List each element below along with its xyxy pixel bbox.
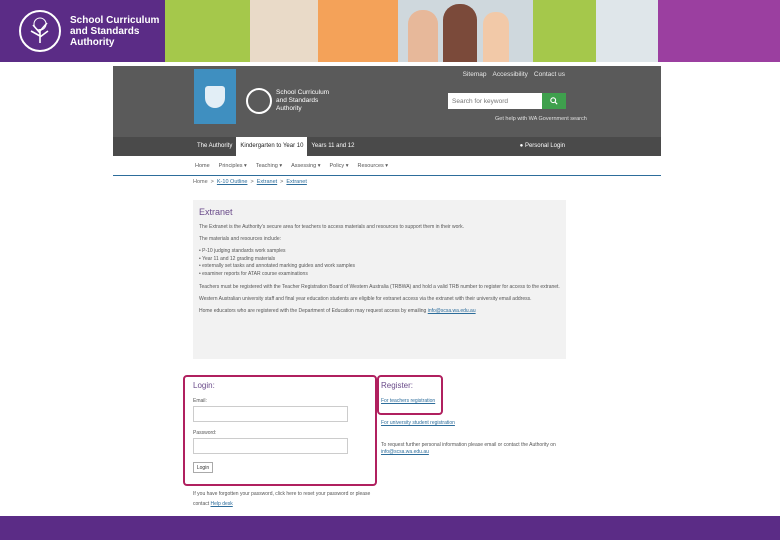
banner-photo-boy	[596, 0, 658, 62]
banner-tile-orange	[318, 0, 398, 62]
list-item: externally set tasks and annotated marki…	[199, 263, 560, 271]
search-input[interactable]	[448, 93, 542, 109]
tab-kindergarten-to-year-10[interactable]: Kindergarten to Year 10	[236, 137, 308, 156]
search-button[interactable]	[542, 93, 566, 109]
bottom-bar	[0, 516, 780, 540]
accessibility-link[interactable]: Accessibility	[493, 71, 528, 78]
scsa-logo[interactable]: School Curriculum and Standards Authorit…	[246, 88, 329, 114]
brand-line1: School Curriculum	[70, 14, 160, 26]
register-email-link[interactable]: info@scsa.wa.edu.au	[381, 449, 429, 455]
sitemap-link[interactable]: Sitemap	[463, 71, 487, 78]
utility-links: Sitemap Accessibility Contact us	[463, 71, 565, 78]
materials-list: P-10 judging standards work samples Year…	[199, 248, 560, 278]
search-help-link[interactable]: Get help with WA Government search	[495, 116, 587, 122]
login-highlight-box	[183, 375, 377, 486]
website-screenshot: School Curriculum and Standards Authorit…	[113, 66, 661, 514]
sub-nav: Home Principles ▾ Teaching ▾ Assessing ▾…	[113, 156, 661, 176]
banner-photo-students	[398, 0, 533, 62]
subnav-principles[interactable]: Principles ▾	[219, 163, 247, 169]
banner-photo-hands	[250, 0, 318, 62]
wa-government-crest[interactable]	[194, 69, 236, 124]
list-item: Year 11 and 12 grading materials	[199, 256, 560, 264]
brand-logo: School Curriculum and Standards Authorit…	[0, 0, 165, 62]
subnav-policy[interactable]: Policy ▾	[330, 163, 349, 169]
register-highlight-box	[377, 375, 443, 415]
page-title: Extranet	[199, 207, 233, 217]
help-desk-link[interactable]: Help desk	[211, 501, 233, 507]
email-link[interactable]: info@scsa.wa.edu.au	[428, 308, 476, 314]
site-header: School Curriculum and Standards Authorit…	[113, 66, 661, 137]
breadcrumb-extranet[interactable]: Extranet	[257, 179, 277, 185]
breadcrumb-current[interactable]: Extranet	[286, 179, 306, 185]
brand-line3: Authority	[70, 36, 115, 48]
extranet-list-intro: The materials and resources include:	[199, 236, 281, 242]
tab-the-authority[interactable]: The Authority	[193, 137, 236, 156]
brand-name: School Curriculum and Standards Authorit…	[70, 15, 159, 48]
subnav-teaching[interactable]: Teaching ▾	[256, 163, 282, 169]
breadcrumb-k10-outline[interactable]: K-10 Outline	[217, 179, 248, 185]
breadcrumb-separator: >	[250, 179, 254, 185]
site-search	[448, 93, 566, 109]
contact-link[interactable]: Contact us	[534, 71, 565, 78]
forgot-password-note: If you have forgotten your password, cli…	[193, 491, 371, 507]
breadcrumb-separator: >	[280, 179, 284, 185]
university-registration-link[interactable]: For university student registration	[381, 420, 581, 426]
main-nav: The Authority Kindergarten to Year 10 Ye…	[113, 137, 661, 156]
breadcrumb-separator: >	[210, 179, 214, 185]
list-item: P-10 judging standards work samples	[199, 248, 560, 256]
search-icon	[550, 97, 558, 105]
banner-tile-green-2	[533, 0, 596, 62]
login-link-label: Personal Login	[524, 143, 565, 149]
brand-line2: and Standards	[70, 25, 140, 37]
register-contact-note: To request further personal information …	[381, 442, 556, 455]
banner-tile-purple	[658, 0, 780, 62]
subnav-resources[interactable]: Resources ▾	[357, 163, 388, 169]
logo-line1: School Curriculum	[276, 89, 330, 96]
breadcrumb-home[interactable]: Home	[193, 179, 208, 185]
university-access-note: Western Australian university staff and …	[199, 296, 532, 302]
top-banner: School Curriculum and Standards Authorit…	[0, 0, 780, 62]
banner-tile-green	[165, 0, 250, 62]
teacher-registration-note: Teachers must be registered with the Tea…	[199, 284, 560, 290]
tab-years-11-and-12[interactable]: Years 11 and 12	[307, 137, 358, 156]
personal-login-link[interactable]: ● Personal Login	[520, 143, 565, 149]
subnav-assessing[interactable]: Assessing ▾	[291, 163, 320, 169]
extranet-info-panel: Extranet The Extranet is the Authority's…	[193, 200, 566, 359]
list-item: examiner reports for ATAR course examina…	[199, 271, 560, 279]
logo-line3: Authority	[276, 105, 302, 112]
extranet-intro: The Extranet is the Authority's secure a…	[199, 224, 464, 230]
breadcrumb: Home > K-10 Outline > Extranet > Extrane…	[193, 179, 307, 185]
subnav-home[interactable]: Home	[195, 163, 210, 169]
tree-seal-icon	[19, 10, 61, 52]
tree-icon	[246, 88, 272, 114]
home-educators-note: Home educators who are registered with t…	[199, 308, 476, 314]
logo-line2: and Standards	[276, 97, 319, 104]
